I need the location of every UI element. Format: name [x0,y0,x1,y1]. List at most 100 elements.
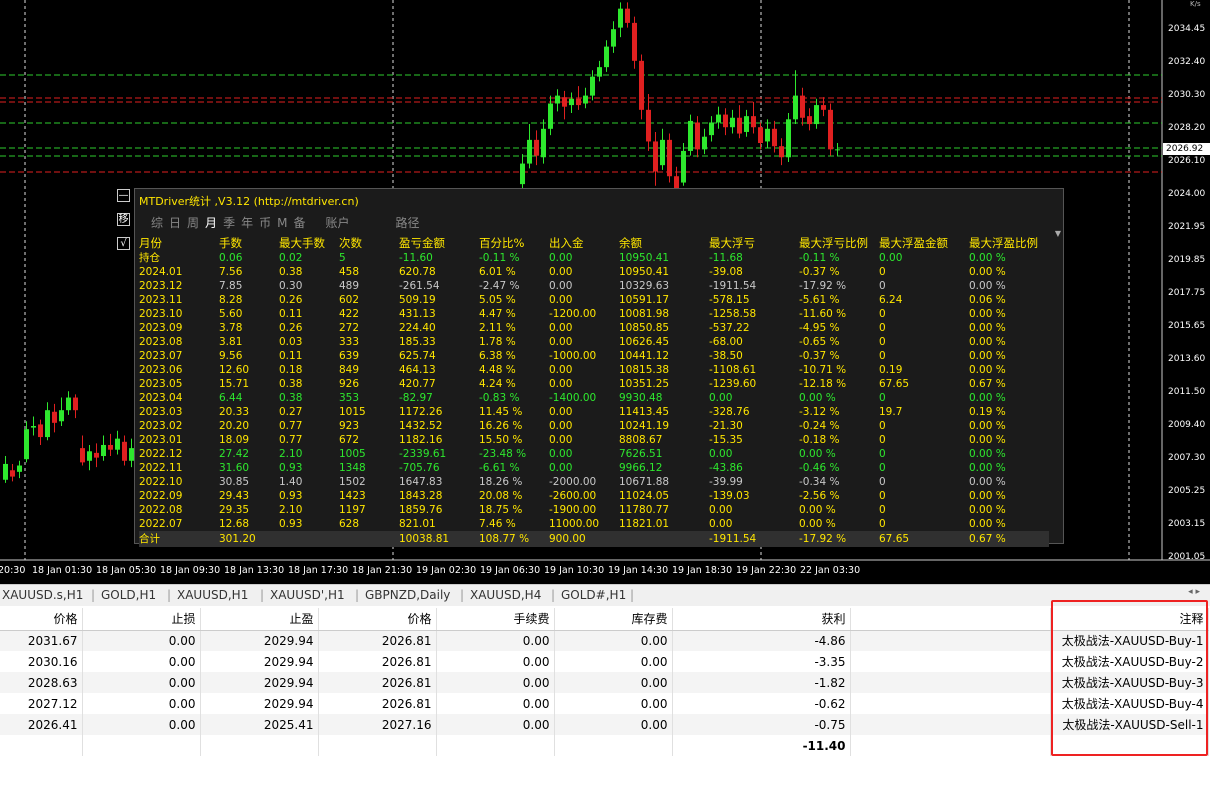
candle-body [835,149,840,151]
stats-tab[interactable]: 币 [259,216,271,230]
order-row[interactable]: 2031.67 0.00 2029.94 2026.81 0.00 0.00 -4.86 太极… [0,630,1209,651]
time-tick-label: 19 Jan 10:30 [544,565,605,576]
order-cell: 2026.41 [0,714,83,735]
tab-divider: | [260,588,265,602]
order-cell: 0.00 [82,672,201,693]
stats-cell: 0.00 [549,266,573,278]
stats-cell: 2023.04 [139,392,183,404]
stats-cell: 0.00 % [969,392,1006,404]
dropdown-arrow-icon[interactable]: ▼ [1055,229,1061,238]
candle-body [653,141,658,172]
order-cell: 2028.63 [0,672,83,693]
orders-column-header[interactable]: 获利 [672,608,851,631]
order-row[interactable]: 2030.16 0.00 2029.94 2026.81 0.00 0.00 -3.35 太极… [0,651,1209,672]
candle-body [674,176,679,189]
stats-cell: 926 [339,378,360,390]
current-price-label: 2026.92 [1163,143,1210,155]
stats-cell: -2.47 % [479,280,520,292]
order-cell: -3.35 [672,651,851,672]
order-cell: 2030.16 [0,651,83,672]
stats-cell: 185.33 [399,336,436,348]
stats-cell: 0 [879,308,886,320]
stats-cell: -537.22 [709,322,750,334]
orders-column-header[interactable]: 库存费 [554,608,673,631]
tab-scroll-arrows[interactable]: ◂ ▸ [1188,587,1200,597]
order-cell: 2026.81 [318,630,437,651]
stats-cell: -578.15 [709,294,750,306]
orders-column-header[interactable]: 止损 [82,608,201,631]
stats-cell: 12.68 [219,518,250,530]
chart-tab[interactable]: GOLD#,H1 [561,588,626,602]
chart-tab[interactable]: GOLD,H1 [101,588,156,602]
candle-body [66,397,71,411]
stats-cell: 0.00 % [969,280,1006,292]
chart-tab[interactable]: XAUUSD.s,H1 [2,588,83,602]
chart-tab[interactable]: XAUUSD',H1 [270,588,345,602]
check-icon[interactable]: √ [117,237,130,250]
stats-tab[interactable]: 备 [293,216,305,230]
stats-cell: 0.00 [549,462,573,474]
stats-cell: 10815.38 [619,364,670,376]
stats-cell: 0 [879,350,886,362]
stats-cell: 464.13 [399,364,436,376]
stats-tab[interactable]: 月 [205,216,217,230]
stats-cell: -261.54 [399,280,440,292]
stats-tab[interactable]: 路径 [396,216,420,230]
candle-body [737,117,742,134]
price-tick-label: 2005.25 [1168,486,1206,496]
stats-cell: 1502 [339,476,366,488]
candle-body [821,105,826,110]
stats-cell: 3.81 [219,336,243,348]
orders-column-header[interactable] [850,608,1051,631]
orders-column-header[interactable]: 价格 [318,608,437,631]
time-tick-label: 19 Jan 22:30 [736,565,797,576]
stats-cell: 4.47 % [479,308,516,320]
stats-tab[interactable]: 账户 [325,216,349,230]
candle-body [24,429,29,460]
time-tick-label: 22 Jan 03:30 [800,565,861,576]
price-tick-label: 2028.20 [1168,123,1206,133]
order-row[interactable]: 2026.41 0.00 2025.41 2027.16 0.00 0.00 -0.75 太极… [0,714,1209,735]
price-chart[interactable]: K/s 2034.45 2032.40 2030.30 2028.20 2026.10 2… [0,0,1210,584]
stats-cell: 29.43 [219,490,250,502]
stats-cell: 20.08 % [479,490,523,502]
orders-column-header[interactable]: 价格 [0,608,83,631]
time-tick-label: 20:30 [0,565,26,576]
order-cell: 0.00 [82,630,201,651]
candle-body [52,411,57,423]
stats-tab[interactable]: 季 [223,216,235,230]
stats-cell: 0.26 [279,294,303,306]
candle-body [38,424,43,438]
order-row[interactable]: 2028.63 0.00 2029.94 2026.81 0.00 0.00 -1.82 太极… [0,672,1209,693]
orders-column-header[interactable]: 止盈 [200,608,319,631]
total-cell [318,735,437,756]
stats-cell: 1005 [339,448,366,460]
chart-tab[interactable]: XAUUSD,H1 [177,588,248,602]
candle-body [730,117,735,128]
stats-tab[interactable]: 年 [241,216,253,230]
stats-cell: 10850.85 [619,322,670,334]
stats-cell: 0.00 % [969,448,1006,460]
stats-cell: 1348 [339,462,366,474]
order-cell: 2026.81 [318,693,437,714]
stats-tab[interactable]: 周 [187,216,199,230]
stats-tab[interactable]: M [277,216,287,230]
stats-cell: 458 [339,266,360,278]
chart-tab[interactable]: GBPNZD,Daily [365,588,450,602]
orders-column-header[interactable]: 手续费 [436,608,555,631]
stats-cell: 0 [879,266,886,278]
orders-total-row: -11.40 [0,735,1209,756]
stats-tab[interactable]: 综 [151,216,163,230]
stats-cell: 2022.08 [139,504,183,516]
chart-tab[interactable]: XAUUSD,H4 [470,588,541,602]
total-cell [436,735,555,756]
stats-cell: 10081.98 [619,308,670,320]
stats-tab[interactable]: 日 [169,216,181,230]
collapse-icon[interactable]: — [117,189,130,202]
candle-body [702,136,707,150]
stats-cell: -11.60 % [799,308,847,320]
stats-cell: -0.11 % [479,252,520,264]
move-icon[interactable]: 移 [117,213,130,226]
price-tick-label: 2026.10 [1168,156,1206,166]
order-row[interactable]: 2027.12 0.00 2029.94 2026.81 0.00 0.00 -0.62 太极… [0,693,1209,714]
